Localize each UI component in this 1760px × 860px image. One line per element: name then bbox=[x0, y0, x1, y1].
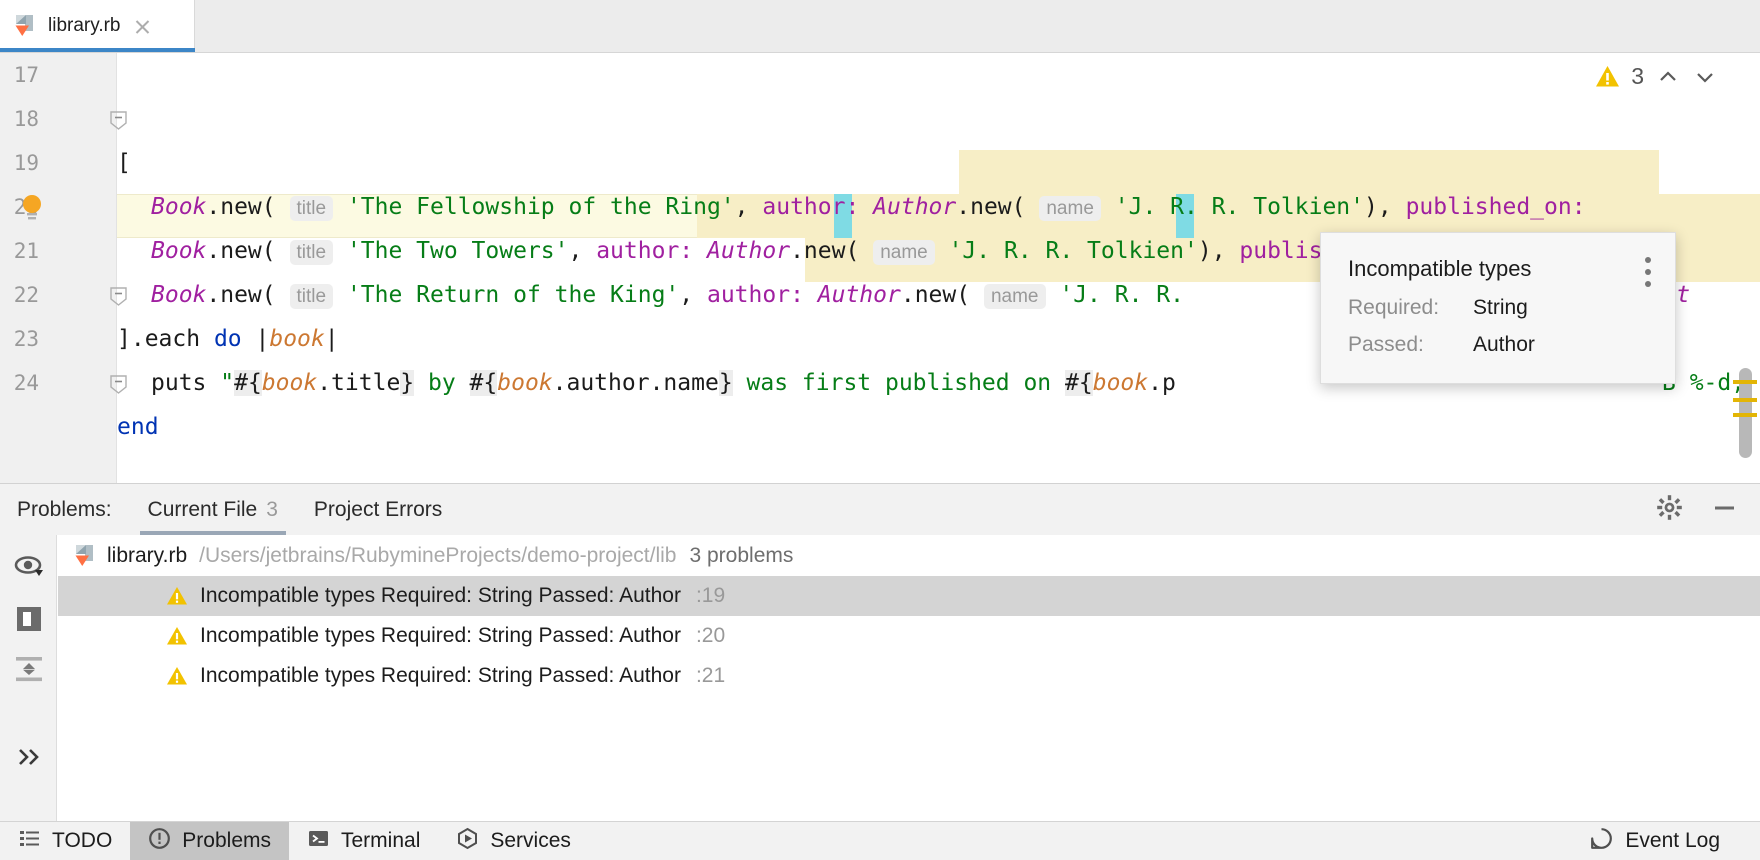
tab-current-file-label: Current File bbox=[148, 498, 258, 522]
terminal-icon bbox=[307, 827, 330, 856]
status-bar-item-terminal-label: Terminal bbox=[341, 829, 420, 853]
line-number: 21 bbox=[0, 229, 39, 273]
warning-triangle-icon bbox=[166, 666, 188, 686]
status-bar-item-event-log-label: Event Log bbox=[1625, 829, 1720, 853]
minimize-icon[interactable] bbox=[1711, 494, 1738, 526]
problem-line-number: :21 bbox=[696, 664, 725, 688]
problem-message: Incompatible types Required: String Pass… bbox=[200, 584, 681, 608]
tooltip-required-label: Required: bbox=[1348, 296, 1439, 320]
editor-tab-bar: library.rb bbox=[0, 0, 1760, 53]
services-play-icon bbox=[456, 827, 479, 856]
problem-message: Incompatible types Required: String Pass… bbox=[200, 624, 681, 648]
tab-current-file-count: 3 bbox=[266, 498, 278, 522]
problem-list-item[interactable]: Incompatible types Required: String Pass… bbox=[58, 616, 1760, 656]
status-bar-item-terminal[interactable]: Terminal bbox=[289, 822, 438, 860]
preview-eye-icon[interactable] bbox=[9, 548, 49, 588]
parameter-hint-title: title bbox=[290, 240, 334, 265]
problem-list-item[interactable]: Incompatible types Required: String Pass… bbox=[58, 576, 1760, 616]
status-bar-item-problems-label: Problems bbox=[182, 829, 271, 853]
status-bar-right: Event Log bbox=[1571, 822, 1738, 860]
parameter-hint-name: name bbox=[873, 240, 935, 265]
kebab-menu-icon[interactable] bbox=[1645, 257, 1651, 293]
code-line-23: puts "#{book.title} by #{book.author.nam… bbox=[151, 361, 1176, 405]
code-line-22: ].each do |book| bbox=[117, 317, 339, 361]
problems-exclamation-icon bbox=[148, 827, 171, 856]
scrollbar-warning-marker[interactable] bbox=[1733, 413, 1757, 417]
warning-triangle-icon bbox=[166, 586, 188, 606]
scrollbar-warning-marker[interactable] bbox=[1733, 398, 1757, 402]
tooltip-required-value: String bbox=[1473, 296, 1528, 320]
code-line-24: end bbox=[117, 405, 159, 449]
chevron-up-icon[interactable] bbox=[1655, 64, 1681, 90]
code-line-21: Book.new( title 'The Return of the King'… bbox=[151, 273, 1198, 317]
editor-tab-library-rb[interactable]: library.rb bbox=[0, 0, 195, 52]
problems-file-row[interactable]: library.rb /Users/jetbrains/RubymineProj… bbox=[58, 535, 1760, 576]
tab-project-errors[interactable]: Project Errors bbox=[314, 484, 442, 535]
inspection-status-widget[interactable]: 3 bbox=[1595, 63, 1718, 90]
problem-line-number: :19 bbox=[696, 584, 725, 608]
error-tooltip-popup[interactable]: Incompatible types Required: String Pass… bbox=[1320, 232, 1676, 384]
warning-triangle-icon bbox=[1595, 65, 1620, 88]
tab-project-errors-label: Project Errors bbox=[314, 498, 442, 522]
ruby-file-icon bbox=[14, 14, 36, 38]
status-bar-item-services[interactable]: Services bbox=[438, 822, 589, 860]
status-bar-item-todo-label: TODO bbox=[52, 829, 112, 853]
tooltip-title: Incompatible types bbox=[1348, 256, 1531, 282]
ruby-file-icon bbox=[74, 544, 96, 568]
chevron-down-icon[interactable] bbox=[1692, 64, 1718, 90]
parameter-hint-title: title bbox=[290, 284, 334, 309]
status-bar-item-problems[interactable]: Problems bbox=[130, 822, 289, 860]
code-line-19: Book.new( title 'The Fellowship of the R… bbox=[151, 185, 1586, 229]
problems-panel-label: Problems: bbox=[17, 498, 112, 522]
problems-file-count: 3 problems bbox=[689, 544, 793, 568]
active-tab-indicator bbox=[0, 48, 195, 52]
problem-message: Incompatible types Required: String Pass… bbox=[200, 664, 681, 688]
status-bar-item-event-log[interactable]: Event Log bbox=[1571, 822, 1738, 860]
code-line-18: [ bbox=[117, 141, 131, 185]
line-number: 22 bbox=[0, 273, 39, 317]
expand-collapse-icon[interactable] bbox=[9, 649, 49, 689]
tooltip-passed-label: Passed: bbox=[1348, 333, 1424, 357]
todo-list-icon bbox=[18, 827, 41, 856]
intention-bulb-icon[interactable] bbox=[20, 193, 42, 221]
line-number: 17 bbox=[0, 53, 39, 97]
gear-icon[interactable] bbox=[1656, 494, 1683, 526]
problems-file-name: library.rb bbox=[107, 544, 187, 568]
parameter-hint-name: name bbox=[984, 284, 1046, 309]
scrollbar-warning-marker[interactable] bbox=[1733, 380, 1757, 384]
inspection-warning-count: 3 bbox=[1631, 63, 1644, 90]
problem-list-item[interactable]: Incompatible types Required: String Pass… bbox=[58, 656, 1760, 696]
status-bar-item-services-label: Services bbox=[490, 829, 571, 853]
warning-triangle-icon bbox=[166, 626, 188, 646]
split-view-icon[interactable] bbox=[9, 599, 49, 639]
more-chevrons-icon[interactable] bbox=[9, 737, 49, 777]
status-bar: TODO Problems Terminal bbox=[0, 821, 1760, 860]
line-number: 18 bbox=[0, 97, 39, 141]
problems-panel-toolbar bbox=[0, 535, 57, 821]
problems-file-path: /Users/jetbrains/RubymineProjects/demo-p… bbox=[199, 544, 676, 568]
parameter-hint-name: name bbox=[1039, 196, 1101, 221]
line-number: 19 bbox=[0, 141, 39, 185]
tooltip-passed-value: Author bbox=[1473, 333, 1535, 357]
event-log-balloon-icon bbox=[1589, 826, 1614, 857]
close-icon[interactable] bbox=[134, 18, 151, 35]
problems-panel: Problems: Current File 3 Project Errors bbox=[0, 483, 1760, 821]
line-number: 23 bbox=[0, 317, 39, 361]
problems-list[interactable]: library.rb /Users/jetbrains/RubymineProj… bbox=[58, 535, 1760, 821]
problems-panel-header: Problems: Current File 3 Project Errors bbox=[0, 484, 1760, 535]
editor-gutter-numbers: 17 18 19 20 21 22 23 24 bbox=[0, 53, 117, 483]
editor-tab-label: library.rb bbox=[48, 15, 121, 37]
status-bar-item-todo[interactable]: TODO bbox=[0, 822, 130, 860]
tab-current-file[interactable]: Current File 3 bbox=[148, 484, 278, 535]
line-number: 24 bbox=[0, 361, 39, 405]
problem-line-number: :20 bbox=[696, 624, 725, 648]
parameter-hint-title: title bbox=[290, 196, 334, 221]
